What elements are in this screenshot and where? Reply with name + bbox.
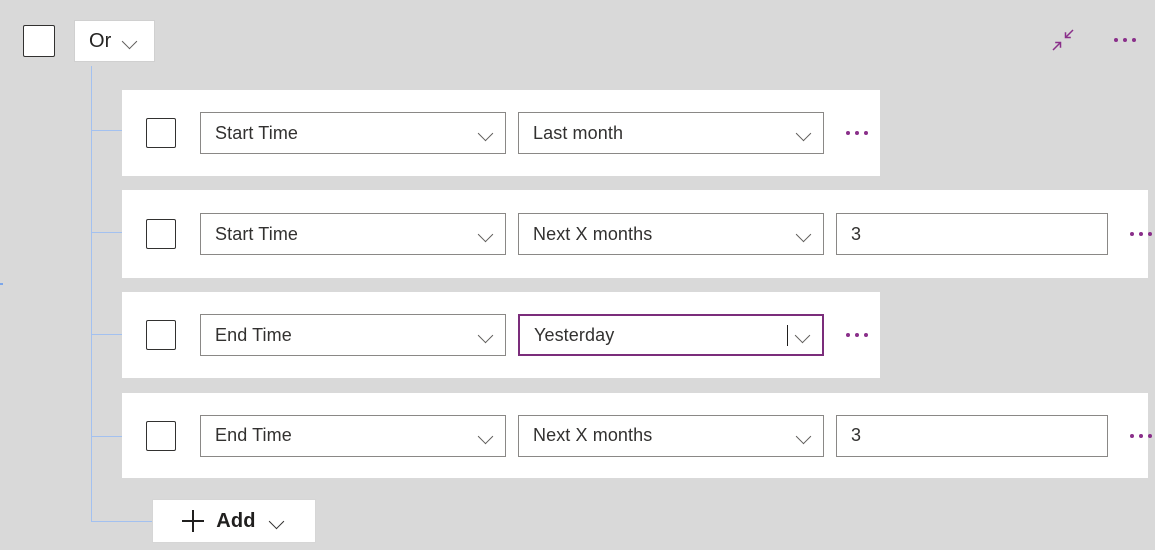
group-operator-dropdown[interactable]: Or <box>74 20 155 62</box>
header-actions <box>1045 22 1143 58</box>
dot <box>855 131 859 135</box>
chevron-down-icon <box>477 124 495 142</box>
field-dropdown[interactable]: Start Time <box>200 112 506 154</box>
value-input[interactable]: 3 <box>836 415 1108 457</box>
dot <box>846 333 850 337</box>
dot <box>1130 232 1134 236</box>
dot <box>864 333 868 337</box>
operator-dropdown-value: Last month <box>533 123 789 144</box>
dot <box>1123 38 1127 42</box>
value-input-text: 3 <box>851 224 1097 245</box>
chevron-down-icon <box>477 225 495 243</box>
chevron-down-icon <box>794 326 812 344</box>
row-select-checkbox[interactable] <box>146 118 176 148</box>
dot <box>1148 434 1152 438</box>
field-dropdown[interactable]: Start Time <box>200 213 506 255</box>
tree-branch-line <box>91 232 123 233</box>
dot <box>1114 38 1118 42</box>
operator-dropdown-focused[interactable]: Yesterday <box>518 314 824 356</box>
dot <box>1139 434 1143 438</box>
operator-dropdown[interactable]: Last month <box>518 112 824 154</box>
group-select-checkbox[interactable] <box>23 25 55 57</box>
dot <box>846 131 850 135</box>
field-dropdown-value: End Time <box>215 325 471 346</box>
dot <box>1148 232 1152 236</box>
group-operator-label: Or <box>89 30 111 53</box>
condition-row: End Time Next X months 3 <box>122 393 1148 478</box>
operator-dropdown[interactable]: Next X months <box>518 415 824 457</box>
row-select-checkbox[interactable] <box>146 421 176 451</box>
tree-branch-line <box>91 130 123 131</box>
filter-group-header: Or <box>0 0 1155 82</box>
value-input-text: 3 <box>851 425 1097 446</box>
operator-dropdown-value: Next X months <box>533 224 789 245</box>
chevron-down-icon <box>477 326 495 344</box>
more-options-icon[interactable] <box>1107 22 1143 58</box>
field-dropdown[interactable]: End Time <box>200 314 506 356</box>
dot <box>1130 434 1134 438</box>
row-more-options-icon[interactable] <box>1130 232 1152 236</box>
text-cursor <box>787 325 788 346</box>
field-dropdown[interactable]: End Time <box>200 415 506 457</box>
row-more-options-icon[interactable] <box>1130 434 1152 438</box>
condition-row: Start Time Next X months 3 <box>122 190 1148 278</box>
chevron-down-icon <box>795 124 813 142</box>
tree-edge-tick <box>0 283 3 285</box>
field-dropdown-value: Start Time <box>215 224 471 245</box>
tree-trunk-line <box>91 66 92 521</box>
dot <box>1132 38 1136 42</box>
ellipsis-dots <box>1114 38 1136 42</box>
row-select-checkbox[interactable] <box>146 320 176 350</box>
dot <box>864 131 868 135</box>
value-input[interactable]: 3 <box>836 213 1108 255</box>
condition-row: End Time Yesterday <box>122 292 880 378</box>
operator-dropdown[interactable]: Next X months <box>518 213 824 255</box>
chevron-down-icon <box>477 427 495 445</box>
add-button-label: Add <box>216 510 255 533</box>
operator-dropdown-value: Yesterday <box>534 325 786 346</box>
chevron-down-icon <box>795 427 813 445</box>
chevron-down-icon <box>795 225 813 243</box>
dot <box>855 333 859 337</box>
collapse-arrows-icon[interactable] <box>1045 22 1081 58</box>
tree-branch-line-add <box>91 521 155 522</box>
add-button[interactable]: Add <box>152 499 316 543</box>
chevron-down-icon <box>268 512 286 530</box>
tree-branch-line <box>91 436 123 437</box>
field-dropdown-value: Start Time <box>215 123 471 144</box>
dot <box>1139 232 1143 236</box>
row-select-checkbox[interactable] <box>146 219 176 249</box>
tree-branch-line <box>91 334 123 335</box>
operator-dropdown-value: Next X months <box>533 425 789 446</box>
row-more-options-icon[interactable] <box>846 333 868 337</box>
field-dropdown-value: End Time <box>215 425 471 446</box>
plus-icon <box>182 510 204 532</box>
chevron-down-icon <box>121 32 139 50</box>
condition-row: Start Time Last month <box>122 90 880 176</box>
row-more-options-icon[interactable] <box>846 131 868 135</box>
